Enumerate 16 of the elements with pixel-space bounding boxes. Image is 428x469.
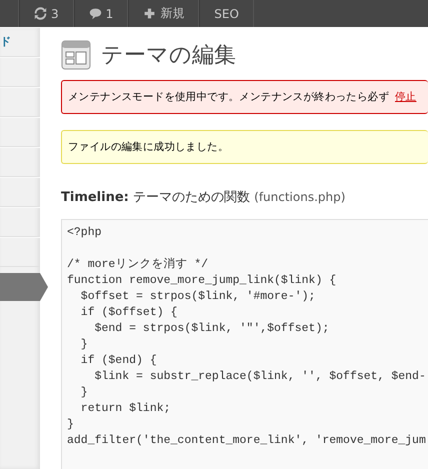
admin-bar-item[interactable]: SEO: [199, 0, 254, 27]
page-title: テーマの編集: [101, 42, 236, 70]
admin-bar-item[interactable]: 新規: [128, 0, 200, 27]
notice-text: ファイルの編集に成功しました。: [68, 140, 229, 154]
sidebar-item[interactable]: ド: [0, 27, 40, 57]
plus-icon: [143, 7, 156, 20]
speech-bubble-icon: [88, 7, 102, 20]
notice-text: メンテナンスモードを使用中です。メンテナンスが終わったら必ず: [68, 90, 390, 104]
admin-bar-item[interactable]: 3: [19, 0, 74, 27]
file-heading: Timeline: テーマのための関数 (functions.php): [61, 189, 346, 206]
refresh-icon: [34, 7, 47, 20]
stop-link[interactable]: 停止: [395, 90, 416, 104]
layout-icon: [61, 40, 91, 70]
sidebar-item[interactable]: [0, 273, 48, 301]
admin-bar-item[interactable]: 1: [74, 0, 128, 27]
code-text: <?php /* moreリンクを消す */ function remove_more_jump_link($link) { $offset = strpos($link, '#more-'); if ($offset) { $end = strpos($link, '"',$offset); } if ($end) { $link = substr_replace($link, '', $offset, $end- } return $link; } add_filter('the_content_more_link', 'remove_more_jum: [67, 225, 427, 449]
